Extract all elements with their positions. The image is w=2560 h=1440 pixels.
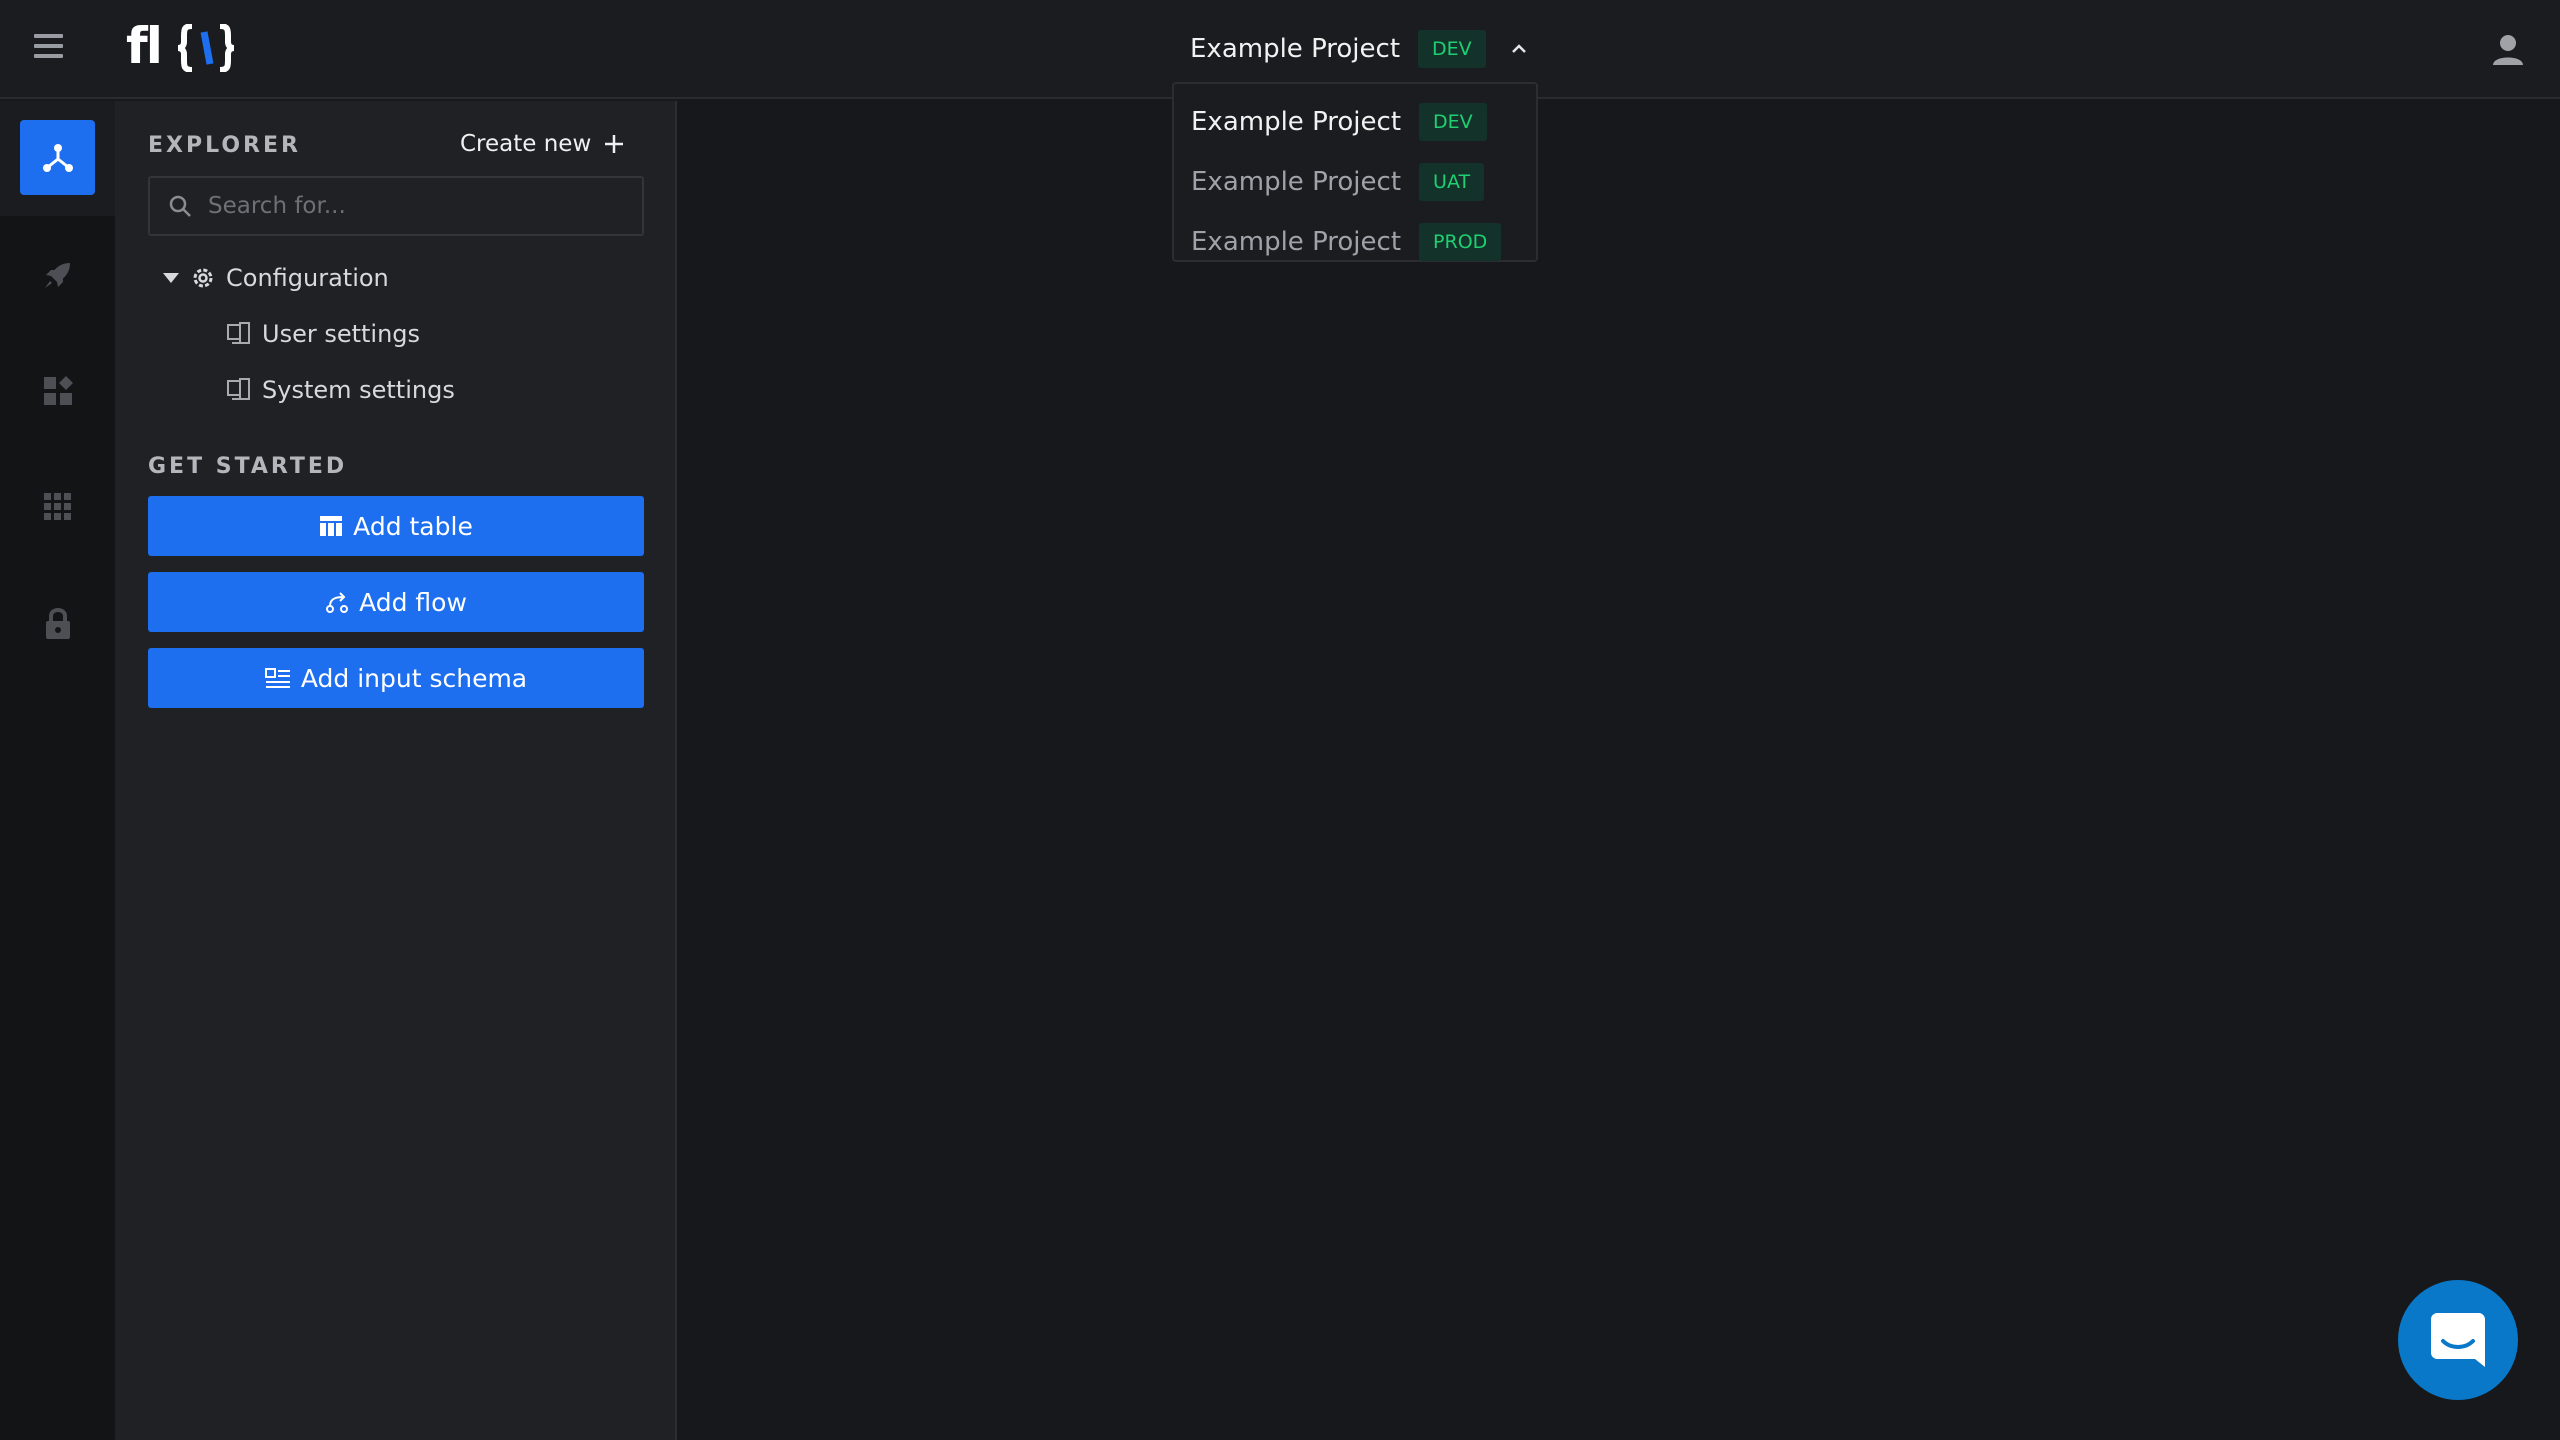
widgets-icon[interactable] [20, 353, 95, 428]
table-icon [320, 516, 343, 536]
caret-down-icon[interactable] [162, 271, 180, 285]
tree-label: Configuration [226, 264, 389, 292]
add-input-schema-button[interactable]: Add input schema [148, 648, 644, 708]
settings-screen-icon [227, 378, 250, 400]
gear-icon [193, 268, 213, 288]
explorer-panel: EXPLORER Create new Configuration User s… [115, 101, 677, 1440]
add-flow-button[interactable]: Add flow [148, 572, 644, 632]
project-option-uat[interactable]: Example Project UAT [1174, 152, 1536, 212]
user-account-icon[interactable] [2490, 32, 2526, 68]
schema-icon [264, 668, 290, 688]
add-table-button[interactable]: Add table [148, 496, 644, 556]
project-option-dev[interactable]: Example Project DEV [1174, 92, 1536, 152]
env-badge: DEV [1419, 103, 1487, 141]
env-badge: PROD [1419, 223, 1502, 261]
explorer-title: EXPLORER [148, 133, 301, 158]
tree-folder-configuration[interactable]: Configuration [162, 264, 389, 292]
flow-icon [326, 592, 349, 613]
tree-label: System settings [262, 376, 455, 404]
tree-label: User settings [262, 320, 421, 348]
main-workspace [679, 101, 2560, 1440]
chat-support-button[interactable] [2398, 1280, 2518, 1400]
current-env-badge: DEV [1418, 30, 1486, 68]
lock-icon[interactable] [20, 585, 95, 660]
tree-item-user-settings[interactable]: User settings [226, 320, 420, 348]
icon-rail [0, 101, 115, 1440]
get-started-title: GET STARTED [148, 454, 348, 479]
plus-icon [605, 135, 624, 153]
project-dropdown-menu: Example Project DEV Example Project UAT … [1172, 82, 1538, 262]
create-new-button[interactable]: Create new [460, 131, 625, 157]
apps-grid-icon[interactable] [20, 469, 95, 544]
tree-item-system-settings[interactable]: System settings [226, 376, 455, 404]
current-project-name: Example Project [1190, 34, 1401, 64]
settings-screen-icon [227, 322, 250, 344]
env-badge: UAT [1419, 163, 1485, 201]
project-switcher[interactable]: Example Project DEV [1190, 28, 1528, 70]
search-box [148, 176, 644, 236]
logo-braces-icon [178, 24, 235, 72]
project-option-prod[interactable]: Example Project PROD [1174, 212, 1536, 272]
rocket-icon[interactable] [20, 237, 95, 312]
search-icon [169, 195, 191, 217]
search-input[interactable] [206, 192, 626, 220]
chat-icon [2431, 1313, 2485, 1367]
hamburger-menu-icon[interactable] [32, 34, 66, 64]
explorer-icon[interactable] [20, 120, 95, 195]
chevron-up-icon[interactable] [1510, 40, 1528, 58]
